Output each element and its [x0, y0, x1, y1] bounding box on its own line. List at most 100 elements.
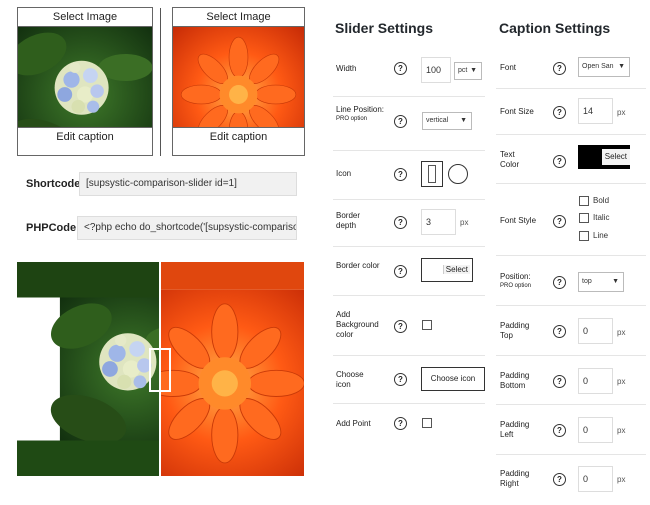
font-size-unit: px — [617, 108, 626, 117]
shortcode-field[interactable]: [supsystic-comparison-slider id=1] — [79, 172, 297, 196]
pro-option-note: PRO option — [336, 116, 368, 122]
width-unit-select[interactable]: pct ▼ — [454, 62, 482, 80]
help-icon[interactable]: ? — [394, 216, 407, 229]
padding-left-input[interactable]: 0 — [578, 417, 613, 443]
help-icon[interactable]: ? — [553, 62, 566, 75]
divider — [496, 134, 646, 135]
divider — [496, 255, 646, 256]
position-label: Position: PRO option — [500, 272, 531, 290]
divider — [496, 355, 646, 356]
line-position-select[interactable]: vertical ▼ — [422, 112, 472, 130]
divider — [496, 88, 646, 89]
help-icon[interactable]: ? — [553, 424, 566, 437]
chevron-down-icon: ▼ — [470, 67, 477, 74]
text-color-label: Text Color — [500, 150, 520, 169]
help-icon[interactable]: ? — [553, 473, 566, 486]
font-value: Open San — [582, 63, 614, 70]
position-text: Position: — [500, 272, 531, 281]
phpcode-field[interactable]: <?php echo do_shortcode('[supsystic-comp… — [77, 216, 297, 240]
padding-bottom-input[interactable]: 0 — [578, 368, 613, 394]
chevron-down-icon: ▼ — [618, 63, 625, 70]
help-icon[interactable]: ? — [553, 215, 566, 228]
font-size-label: Font Size — [500, 107, 534, 116]
border-color-label: Border color — [336, 261, 380, 270]
position-select[interactable]: top ▼ — [578, 272, 624, 292]
select-image-button[interactable]: Select Image — [18, 8, 152, 27]
choose-icon-button[interactable]: Choose icon — [421, 367, 485, 391]
text-color-select-button[interactable]: Select — [601, 149, 630, 165]
text-color-swatch[interactable]: Select — [578, 145, 630, 169]
icon-option-rectangle[interactable] — [421, 161, 443, 187]
font-select[interactable]: Open San ▼ — [578, 57, 630, 77]
divider — [496, 305, 646, 306]
chevron-down-icon: ▼ — [612, 278, 619, 285]
divider — [496, 404, 646, 405]
line-position-value: vertical — [426, 117, 449, 124]
padding-top-input[interactable]: 0 — [578, 318, 613, 344]
phpcode-label: PHPCode: — [26, 222, 80, 234]
add-background-color-checkbox[interactable] — [422, 320, 432, 330]
help-icon[interactable]: ? — [394, 168, 407, 181]
dahlia-image — [173, 27, 304, 127]
padding-bottom-unit: px — [617, 377, 626, 386]
line-position-text: Line Position: — [336, 105, 385, 114]
border-depth-label: Border depth — [336, 211, 361, 230]
width-input[interactable]: 100 — [421, 57, 451, 83]
font-label: Font — [500, 63, 517, 72]
divider — [333, 199, 485, 200]
help-icon[interactable]: ? — [394, 373, 407, 386]
bold-checkbox[interactable] — [579, 196, 589, 206]
padding-top-unit: px — [617, 328, 626, 337]
divider — [333, 295, 485, 296]
line-label: Line — [593, 231, 609, 240]
bold-label: Bold — [593, 196, 610, 205]
border-depth-input[interactable]: 3 — [421, 209, 456, 235]
border-color-select-button[interactable]: Select — [421, 258, 473, 282]
italic-label: Italic — [593, 213, 610, 222]
help-icon[interactable]: ? — [394, 115, 407, 128]
help-icon[interactable]: ? — [394, 320, 407, 333]
italic-checkbox[interactable] — [579, 213, 589, 223]
padding-bottom-label: Padding Bottom — [500, 371, 530, 390]
padding-top-label: Padding Top — [500, 321, 530, 340]
padding-right-label: Padding Right — [500, 469, 530, 488]
circle-icon[interactable] — [448, 164, 468, 184]
help-icon[interactable]: ? — [553, 155, 566, 168]
shortcode-label: Shortcode: — [26, 178, 85, 190]
width-label: Width — [336, 64, 357, 73]
help-icon[interactable]: ? — [553, 375, 566, 388]
slider-handle[interactable] — [149, 348, 171, 392]
comparison-slider-preview[interactable] — [17, 262, 304, 476]
help-icon[interactable]: ? — [394, 62, 407, 75]
line-checkbox[interactable] — [579, 231, 589, 241]
divider — [333, 96, 485, 97]
border-color-select-label: Select — [442, 265, 470, 274]
divider — [333, 150, 485, 151]
chevron-down-icon: ▼ — [460, 117, 467, 124]
help-icon[interactable]: ? — [553, 325, 566, 338]
caption-settings-title: Caption Settings — [499, 20, 611, 36]
image-divider — [160, 8, 161, 156]
font-size-input[interactable]: 14 — [578, 98, 613, 124]
icon-label: Icon — [336, 169, 352, 178]
help-icon[interactable]: ? — [553, 276, 566, 289]
edit-caption-button[interactable]: Edit caption — [173, 127, 304, 146]
border-depth-unit: px — [460, 218, 469, 227]
help-icon[interactable]: ? — [394, 417, 407, 430]
help-icon[interactable]: ? — [394, 265, 407, 278]
add-point-label: Add Point — [336, 419, 371, 428]
help-icon[interactable]: ? — [553, 106, 566, 119]
slider-settings-title: Slider Settings — [335, 20, 434, 36]
divider — [333, 403, 485, 404]
image-card-1: Select Image Edit caption — [17, 7, 153, 156]
image-card-2: Select Image Edit caption — [172, 7, 305, 156]
position-value: top — [582, 278, 592, 285]
divider — [333, 246, 485, 247]
pro-option-note: PRO option — [500, 283, 532, 289]
add-background-color-label: Add Background color — [336, 310, 379, 339]
padding-right-input[interactable]: 0 — [578, 466, 613, 492]
edit-caption-button[interactable]: Edit caption — [18, 127, 152, 146]
divider — [496, 454, 646, 455]
select-image-button[interactable]: Select Image — [173, 8, 304, 27]
add-point-checkbox[interactable] — [422, 418, 432, 428]
